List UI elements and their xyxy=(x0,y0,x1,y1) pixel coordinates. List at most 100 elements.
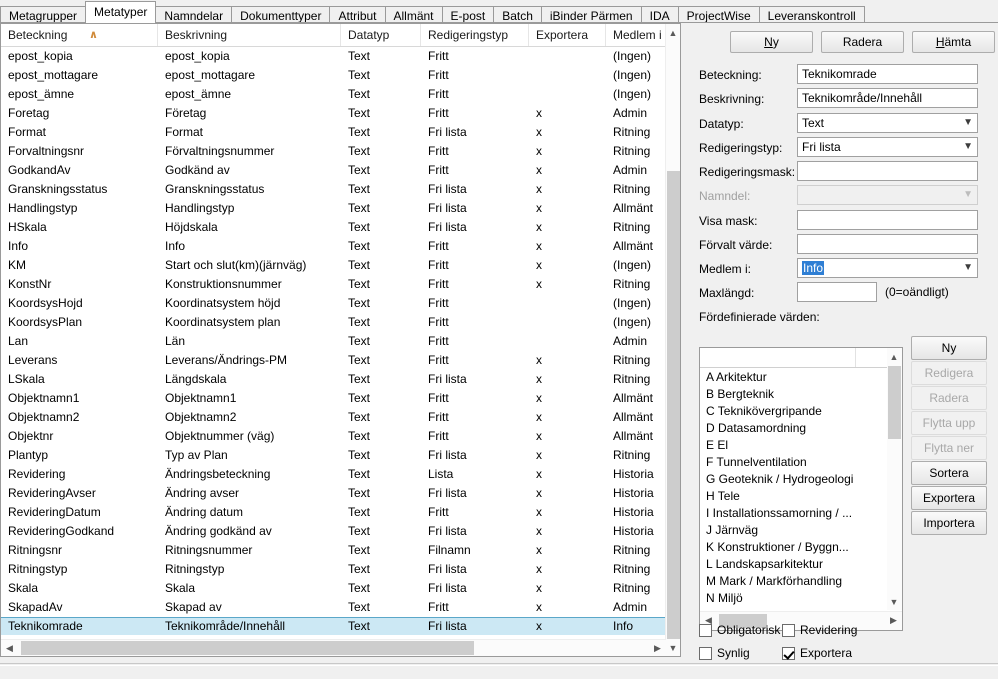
vertical-scroll-thumb[interactable] xyxy=(667,171,680,653)
table-row[interactable]: Plantyp Typ av Plan Text Fri lista x Ritning xyxy=(1,446,666,465)
cell-exportera: x xyxy=(536,619,542,633)
table-row[interactable]: Granskningsstatus Granskningsstatus Text Fr… xyxy=(1,180,666,199)
predefined-values-listbox[interactable]: A Arkitektur B Bergteknik C Teknikövergrip… xyxy=(699,347,903,631)
tab-label: E-post xyxy=(450,9,486,23)
table-row[interactable]: Revidering Ändringsbeteckning Text Lista x Hi… xyxy=(1,465,666,484)
scroll-down-icon[interactable]: ▼ xyxy=(666,639,680,656)
obligatorisk-label: Obligatorisk xyxy=(717,623,781,637)
listbox-scroll-thumb[interactable] xyxy=(888,366,901,439)
list-item[interactable]: F Tunnelventilation xyxy=(700,454,887,471)
beskrivning-input[interactable]: Teknikområde/Innehåll xyxy=(797,88,978,108)
table-row[interactable]: SkapadAv Skapad av Text Fritt x Admin xyxy=(1,598,666,617)
table-row[interactable]: Objektnr Objektnummer (väg) Text Fritt x Allm… xyxy=(1,427,666,446)
list-item[interactable]: E El xyxy=(700,437,887,454)
list-item[interactable]: B Bergteknik xyxy=(700,386,887,403)
column-header-datatyp[interactable]: Datatyp xyxy=(341,24,421,46)
column-header-redigeringstyp[interactable]: Redigeringstyp xyxy=(421,24,529,46)
table-row[interactable]: Skala Skala Text Fri lista x Ritning xyxy=(1,579,666,598)
scroll-right-icon[interactable]: ▶ xyxy=(649,640,666,656)
beteckning-input[interactable]: Teknikomrade xyxy=(797,64,978,84)
medlem-i-dropdown[interactable]: Info ▼ xyxy=(797,258,978,278)
table-row[interactable]: Leverans Leverans/Ändrings-PM Text Fritt x Ri… xyxy=(1,351,666,370)
new-button[interactable]: Ny xyxy=(730,31,813,53)
revidering-checkbox[interactable] xyxy=(782,624,795,637)
exportera-checkbox[interactable] xyxy=(782,647,795,660)
cell-beskrivning: Skala xyxy=(165,581,196,595)
table-row[interactable]: KoordsysPlan Koordinatsystem plan Text Frit… xyxy=(1,313,666,332)
grid-horizontal-scrollbar[interactable]: ◀ ▶ xyxy=(1,639,666,656)
table-row[interactable]: Handlingstyp Handlingstyp Text Fri lista x Al… xyxy=(1,199,666,218)
table-row[interactable]: Forvaltningsnr Förvaltningsnummer Text Frit… xyxy=(1,142,666,161)
grid-vertical-scrollbar[interactable]: ▲ ▼ xyxy=(665,24,680,656)
table-row[interactable]: Info Info Text Fritt x Allmänt xyxy=(1,237,666,256)
list-item[interactable]: D Datasamordning xyxy=(700,420,887,437)
maxlangd-input[interactable] xyxy=(797,282,877,302)
list-item[interactable]: J Järnväg xyxy=(700,522,887,539)
cell-redigeringstyp: Fritt xyxy=(428,410,449,424)
cell-redigeringstyp: Fritt xyxy=(428,429,449,443)
scroll-down-icon[interactable]: ▼ xyxy=(887,593,901,610)
datatyp-dropdown[interactable]: Text ▼ xyxy=(797,113,978,133)
table-row[interactable]: Objektnamn2 Objektnamn2 Text Fritt x Allmänt xyxy=(1,408,666,427)
tab-bar: Metagrupper Metatyper Namndelar Dokumenttyp… xyxy=(0,0,998,25)
cell-exportera: x xyxy=(536,486,542,500)
obligatorisk-checkbox[interactable] xyxy=(699,624,712,637)
redigeringstyp-dropdown[interactable]: Fri lista ▼ xyxy=(797,137,978,157)
horizontal-scroll-thumb[interactable] xyxy=(21,641,474,655)
list-item[interactable]: M Mark / Markförhandling xyxy=(700,573,887,590)
delete-button[interactable]: Radera xyxy=(821,31,904,53)
scroll-up-icon[interactable]: ▲ xyxy=(666,24,680,41)
list-item[interactable]: C Teknikövergripande xyxy=(700,403,887,420)
table-row[interactable]: Lan Län Text Fritt Admin xyxy=(1,332,666,351)
column-header-exportera[interactable]: Exportera xyxy=(529,24,606,46)
table-row[interactable]: KoordsysHojd Koordinatsystem höjd Text Frit… xyxy=(1,294,666,313)
table-row[interactable]: Ritningsnr Ritningsnummer Text Filnamn x Ritn… xyxy=(1,541,666,560)
table-row[interactable]: LSkala Längdskala Text Fri lista x Ritning xyxy=(1,370,666,389)
column-header-beskrivning[interactable]: Beskrivning xyxy=(158,24,341,46)
table-row[interactable]: Ritningstyp Ritningstyp Text Fri lista x Ritn… xyxy=(1,560,666,579)
predefined-exportera-button[interactable]: Exportera xyxy=(911,486,987,510)
list-item[interactable]: L Landskapsarkitektur xyxy=(700,556,887,573)
predefined-importera-button[interactable]: Importera xyxy=(911,511,987,535)
table-row[interactable]: epost_kopia epost_kopia Text Fritt (Ingen) xyxy=(1,47,666,66)
fetch-button[interactable]: Hämta xyxy=(912,31,995,53)
redigeringsmask-input[interactable] xyxy=(797,161,978,181)
table-row[interactable]: KM Start och slut(km)(järnväg) Text Fritt x (… xyxy=(1,256,666,275)
scroll-right-icon[interactable]: ▶ xyxy=(885,612,902,628)
table-row[interactable]: GodkandAv Godkänd av Text Fritt x Admin xyxy=(1,161,666,180)
table-row[interactable]: KonstNr Konstruktionsnummer Text Fritt x Ritn… xyxy=(1,275,666,294)
table-row[interactable]: Foretag Företag Text Fritt x Admin xyxy=(1,104,666,123)
list-item[interactable]: H Tele xyxy=(700,488,887,505)
table-row[interactable]: RevideringGodkand Ändring godkänd av Text F… xyxy=(1,522,666,541)
table-row[interactable]: epost_mottagare epost_mottagare Text Fritt (… xyxy=(1,66,666,85)
list-item[interactable]: G Geoteknik / Hydrogeologi xyxy=(700,471,887,488)
scroll-up-icon[interactable]: ▲ xyxy=(887,348,901,365)
predefined-sortera-button[interactable]: Sortera xyxy=(911,461,987,485)
table-row[interactable]: Teknikomrade Teknikområde/Innehåll Text Fri… xyxy=(1,617,666,635)
column-header-medlem-i[interactable]: Medlem i xyxy=(606,24,666,46)
cell-datatyp: Text xyxy=(348,524,371,538)
tab-metatyper[interactable]: Metatyper xyxy=(85,1,157,23)
list-item[interactable]: I Installationssamorning / ... xyxy=(700,505,887,522)
listbox-vertical-scrollbar[interactable]: ▲ ▼ xyxy=(887,348,902,610)
cell-exportera: x xyxy=(536,467,542,481)
forvalt-varde-input[interactable] xyxy=(797,234,978,254)
metatypes-grid[interactable]: Beteckning ∧ Beskrivning Datatyp Rediger… xyxy=(0,23,681,657)
list-item[interactable]: K Konstruktioner / Byggn... xyxy=(700,539,887,556)
table-row[interactable]: HSkala Höjdskala Text Fri lista x Ritning xyxy=(1,218,666,237)
visa-mask-input[interactable] xyxy=(797,210,978,230)
listbox-items[interactable]: A Arkitektur B Bergteknik C Teknikövergrip… xyxy=(700,369,887,610)
column-header-beteckning[interactable]: Beteckning ∧ xyxy=(1,24,158,46)
cell-redigeringstyp: Fritt xyxy=(428,106,449,120)
list-item[interactable]: A Arkitektur xyxy=(700,369,887,386)
table-row[interactable]: epost_ämne epost_ämne Text Fritt (Ingen) xyxy=(1,85,666,104)
list-item[interactable]: N Miljö xyxy=(700,590,887,607)
table-row[interactable]: Format Format Text Fri lista x Ritning xyxy=(1,123,666,142)
predefined-ny-button[interactable]: Ny xyxy=(911,336,987,360)
table-row[interactable]: Objektnamn1 Objektnamn1 Text Fritt x Allmänt xyxy=(1,389,666,408)
scroll-left-icon[interactable]: ◀ xyxy=(1,640,18,656)
table-row[interactable]: RevideringDatum Ändring datum Text Fritt x Hi… xyxy=(1,503,666,522)
synlig-checkbox[interactable] xyxy=(699,647,712,660)
grid-body[interactable]: epost_kopia epost_kopia Text Fritt (Ingen) ep… xyxy=(1,47,666,635)
table-row[interactable]: RevideringAvser Ändring avser Text Fri list… xyxy=(1,484,666,503)
